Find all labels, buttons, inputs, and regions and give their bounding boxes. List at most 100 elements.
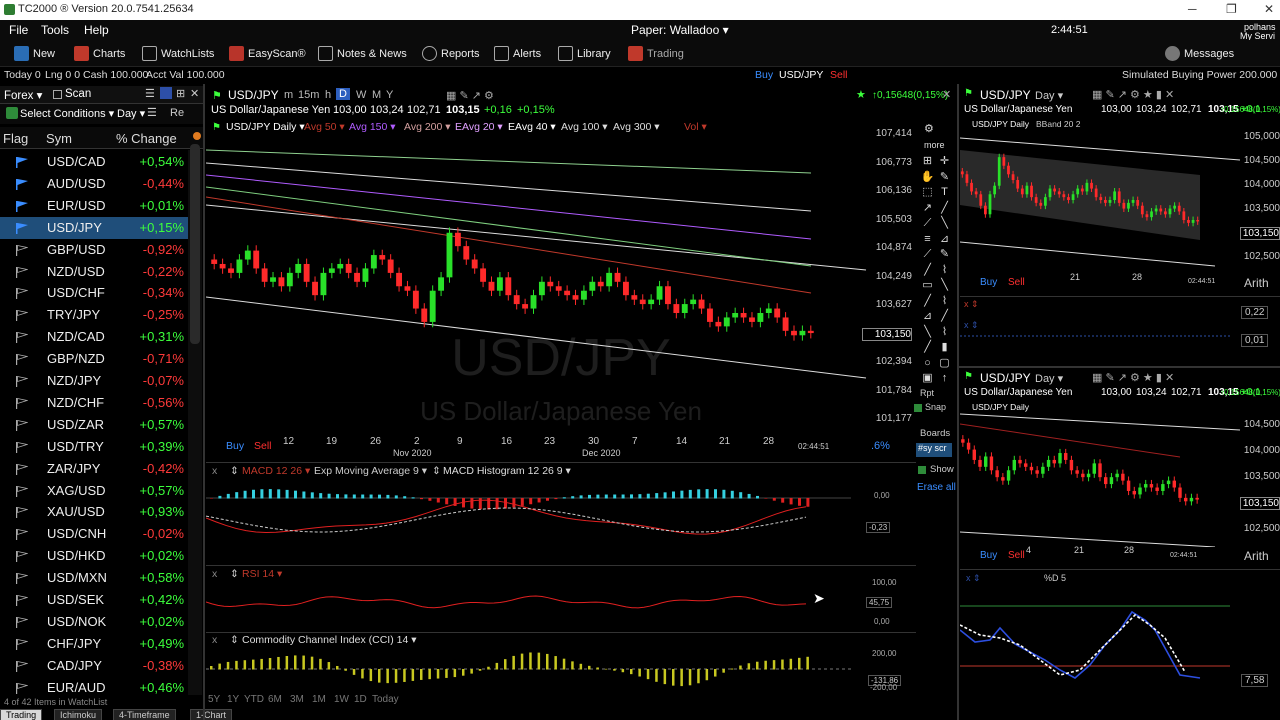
cci-close-icon[interactable]: x xyxy=(212,634,217,646)
drawing-tool-icon[interactable]: ⟋ xyxy=(920,216,935,230)
watchlist-row[interactable]: USD/ZAR +0,57% xyxy=(0,414,188,436)
drawing-tool-icon[interactable]: ↑ xyxy=(937,371,952,385)
col-change[interactable]: % Change xyxy=(116,131,177,146)
watchlist-row[interactable]: USD/MXN +0,58% xyxy=(0,567,188,589)
flag-icon[interactable] xyxy=(16,682,29,694)
scan-checkbox[interactable] xyxy=(53,90,62,99)
maximize-icon[interactable]: ❐ xyxy=(1226,2,1237,16)
flag-icon[interactable] xyxy=(16,178,28,190)
tab-1-chart[interactable]: 1-Chart xyxy=(190,709,233,720)
watchlist-row[interactable]: USD/HKD +0,02% xyxy=(0,545,188,567)
indicator-label[interactable]: EAvg 20 ▾ xyxy=(455,121,503,133)
rb-link-icon[interactable]: ⚑ xyxy=(964,371,973,382)
drawing-tool-icon[interactable]: ✛ xyxy=(937,154,952,168)
watchlist-row[interactable]: GBP/USD -0,92% xyxy=(0,239,188,261)
flag-icon[interactable] xyxy=(16,660,29,672)
watchlist-row[interactable]: NZD/JPY -0,07% xyxy=(0,370,188,392)
minimize-icon[interactable]: ─ xyxy=(1188,2,1197,16)
col-sym[interactable]: Sym xyxy=(46,131,72,146)
drawing-tool-icon[interactable]: ╱ xyxy=(920,294,935,308)
rt-sell-button[interactable]: Sell xyxy=(1008,277,1025,288)
easyscan-button[interactable]: EasyScan® xyxy=(229,46,306,61)
watchlist-scrollbar[interactable] xyxy=(188,144,202,695)
flag-icon[interactable] xyxy=(16,266,29,278)
drawing-tool-icon[interactable]: T xyxy=(937,185,952,199)
flag-icon[interactable] xyxy=(16,463,29,475)
main-sell-button[interactable]: Sell xyxy=(254,440,272,452)
period-button[interactable]: YTD xyxy=(244,694,264,705)
macd-pane[interactable] xyxy=(206,478,856,563)
drawing-tool-icon[interactable]: ▢ xyxy=(937,356,952,370)
drawing-tool-icon[interactable]: ╲ xyxy=(937,216,952,230)
erase-all-button[interactable]: Erase all xyxy=(917,482,956,493)
flag-icon[interactable] xyxy=(16,441,29,453)
rsi-close-icon[interactable]: x xyxy=(212,568,217,580)
rb-timeframe[interactable]: Day ▾ xyxy=(1035,372,1063,385)
settings-icon[interactable]: ⚙ xyxy=(924,122,934,135)
watchlist-row[interactable]: XAG/USD +0,57% xyxy=(0,480,188,502)
menu-tools[interactable]: Tools xyxy=(41,23,69,37)
drawing-tool-icon[interactable]: ⬚ xyxy=(920,185,935,199)
chart-tools-icon[interactable]: ▦ ✎ ↗ ⚙ xyxy=(446,89,494,102)
rt-buy-button[interactable]: Buy xyxy=(980,277,997,288)
timeframe-dropdown[interactable]: Day ▾ xyxy=(117,107,145,120)
rb-arith-toggle[interactable]: Arith xyxy=(1244,549,1269,563)
rt-timeframe[interactable]: Day ▾ xyxy=(1035,89,1063,102)
messages-button[interactable]: Messages xyxy=(1165,46,1234,61)
chart-close-icon[interactable]: ✕ xyxy=(942,88,951,101)
drawing-tool-icon[interactable]: ▣ xyxy=(920,371,935,385)
drawing-tool-icon[interactable]: ⌇ xyxy=(937,263,952,277)
period-button[interactable]: Today xyxy=(372,694,399,705)
rsi-drag-icon[interactable]: ⇕ xyxy=(230,568,239,580)
indicator-label[interactable]: Avg 100 ▾ xyxy=(561,121,608,133)
watchlist-row[interactable]: USD/CHF -0,34% xyxy=(0,282,188,304)
watchlist-row[interactable]: USD/SEK +0,42% xyxy=(0,589,188,611)
menu-file[interactable]: File xyxy=(9,23,28,37)
drawing-tool-icon[interactable]: ≡ xyxy=(920,232,935,246)
tf-month[interactable]: M xyxy=(372,89,381,101)
tf-15m[interactable]: 15m xyxy=(298,89,319,101)
indicator-label[interactable]: Avg 150 ▾ xyxy=(349,121,396,133)
drawing-tool-icon[interactable]: ⊞ xyxy=(920,154,935,168)
flag-icon[interactable] xyxy=(16,572,29,585)
cci-pane[interactable] xyxy=(206,647,856,692)
library-button[interactable]: Library xyxy=(558,46,611,61)
flag-icon[interactable] xyxy=(16,616,29,628)
rt-arith-toggle[interactable]: Arith xyxy=(1244,276,1269,290)
rt-sub-close-icon[interactable]: x ⇕ xyxy=(964,299,979,310)
drawing-tool-icon[interactable]: ╲ xyxy=(937,278,952,292)
watchlist-row[interactable]: CHF/JPY +0,49% xyxy=(0,633,188,655)
rb-stoch-label[interactable]: %D 5 xyxy=(1044,573,1066,583)
rb-sell-button[interactable]: Sell xyxy=(1008,550,1025,561)
rb-symbol[interactable]: USD/JPY xyxy=(980,371,1031,385)
rb-stoch-close-icon[interactable]: x ⇕ xyxy=(966,573,981,584)
flag-icon[interactable] xyxy=(16,287,29,300)
drawing-tool-icon[interactable]: ▭ xyxy=(920,278,935,292)
period-button[interactable]: 1Y xyxy=(227,694,239,705)
tf-year[interactable]: Y xyxy=(386,89,393,101)
watchlist-row[interactable]: TRY/JPY -0,25% xyxy=(0,304,188,326)
close-icon[interactable]: ✕ xyxy=(1264,2,1274,16)
indicator-label[interactable]: Avg 50 ▾ xyxy=(304,121,345,133)
drawing-tool-icon[interactable]: ✎ xyxy=(937,247,952,261)
more-tools-button[interactable]: more xyxy=(924,140,945,150)
new-button[interactable]: New xyxy=(14,46,55,61)
drawing-tool-icon[interactable]: ▮ xyxy=(937,340,952,354)
watchlist-row[interactable]: USD/JPY +0,15% xyxy=(0,216,188,239)
indicator-label[interactable]: Vol ▾ xyxy=(684,121,707,133)
snap-checkbox[interactable] xyxy=(914,404,922,412)
drawing-tool-icon[interactable]: ○ xyxy=(920,356,935,370)
alerts-button[interactable]: Alerts xyxy=(494,46,541,61)
period-button[interactable]: 5Y xyxy=(208,694,220,705)
flag-icon[interactable] xyxy=(16,419,29,431)
flag-icon[interactable] xyxy=(16,375,29,387)
flag-icon[interactable] xyxy=(16,331,29,344)
flag-icon[interactable] xyxy=(16,550,29,563)
tf-hour[interactable]: h xyxy=(325,89,331,101)
watchlist-row[interactable]: NZD/CHF -0,56% xyxy=(0,392,188,414)
rt-symbol[interactable]: USD/JPY xyxy=(980,88,1031,102)
rpt-button[interactable]: Rpt xyxy=(920,388,934,398)
show-checkbox[interactable] xyxy=(918,466,926,474)
macd-hist-drag-icon[interactable]: ⇕ xyxy=(432,465,441,477)
stochastic-pane[interactable] xyxy=(960,590,1242,690)
